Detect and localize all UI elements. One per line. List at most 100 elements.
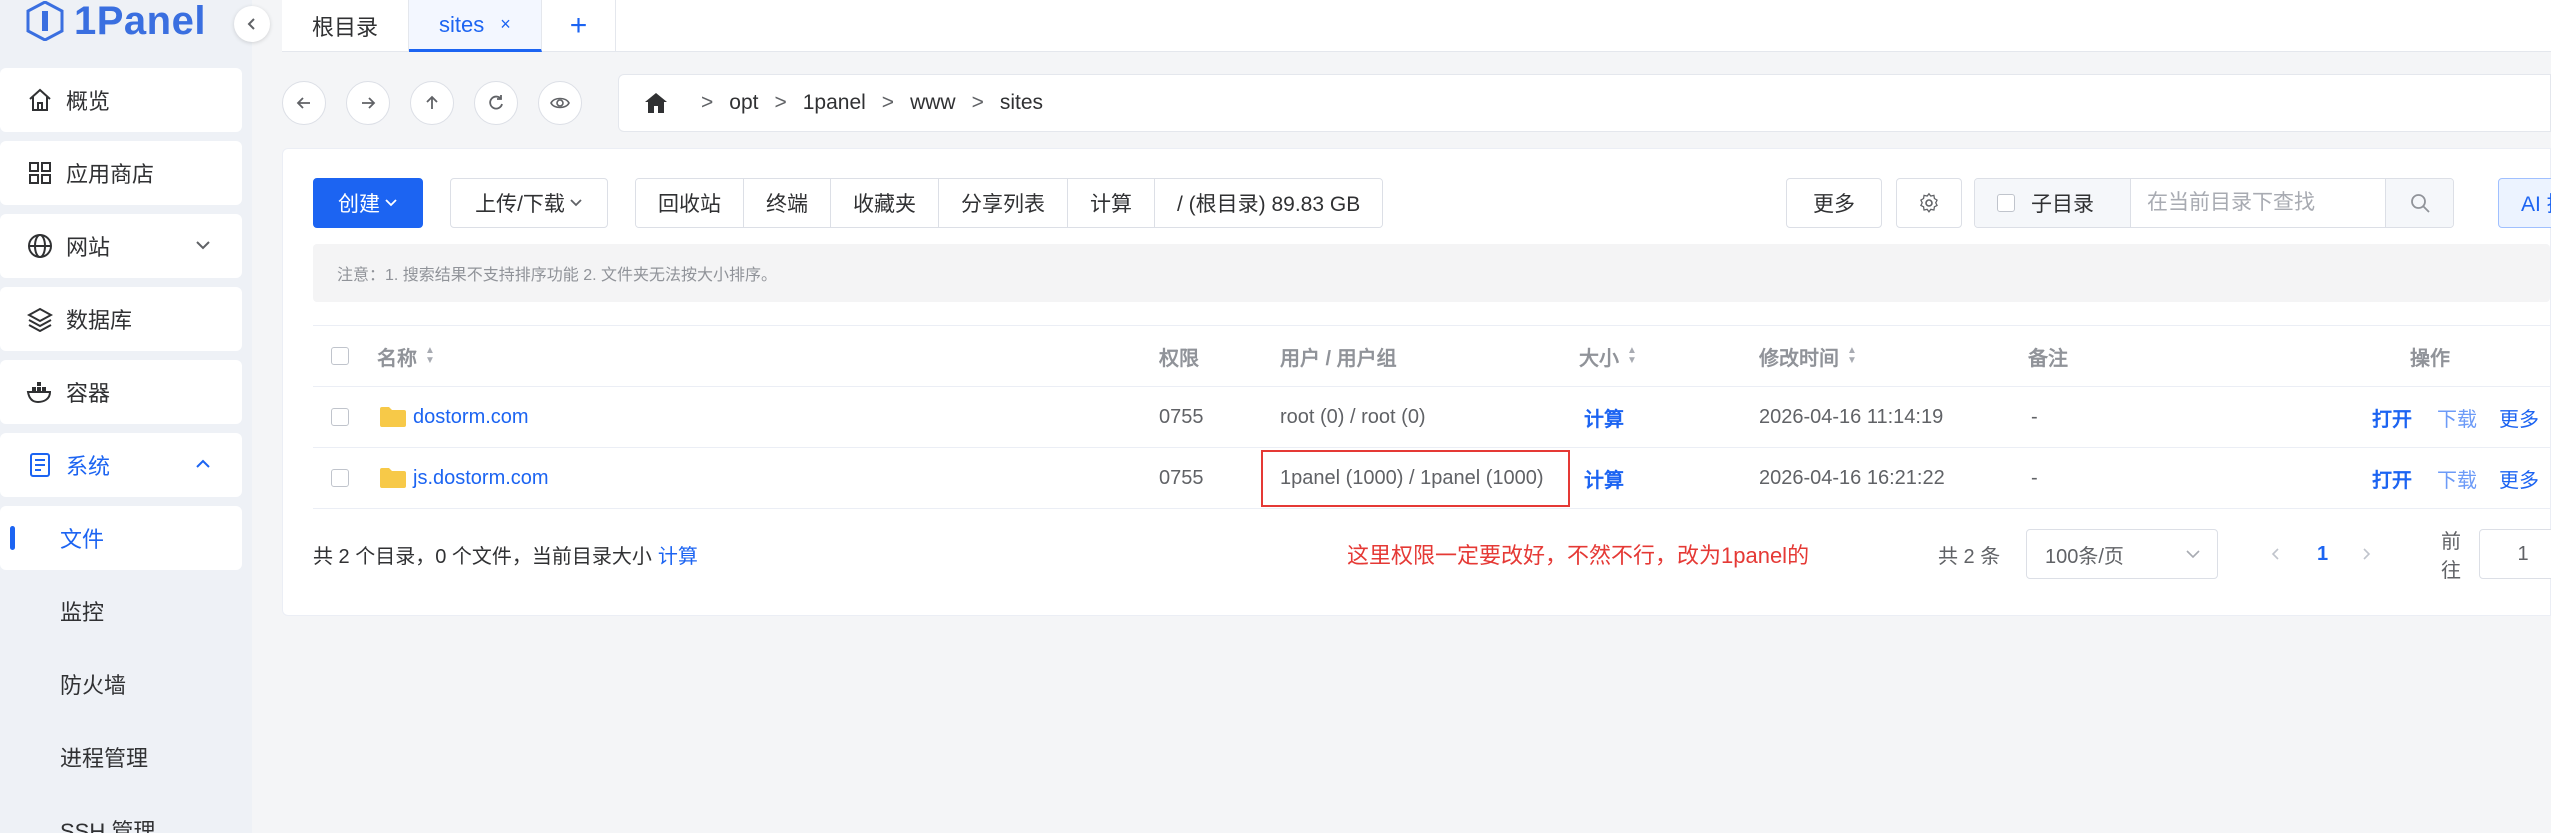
home-icon <box>26 86 54 114</box>
open-link[interactable]: 打开 <box>2372 387 2412 447</box>
subdirectory-checkbox[interactable]: 子目录 <box>1975 179 2131 227</box>
breadcrumb-item[interactable]: opt <box>729 91 758 115</box>
page-number-current[interactable]: 1 <box>2317 529 2328 579</box>
sidebar-item-container[interactable]: 容器 <box>0 360 242 424</box>
sidebar-menu: 概览 应用商店 网站 数据库 容器 系统 文件 监控 防火墙 进程管理 SSH … <box>0 68 242 833</box>
permission-cell[interactable]: 0755 <box>1159 387 1204 447</box>
home-icon[interactable] <box>643 91 669 115</box>
sidebar-subitem-firewall[interactable]: 防火墙 <box>0 652 242 716</box>
arrow-right-icon <box>362 97 376 109</box>
recycle-bin-button[interactable]: 回收站 <box>636 179 744 227</box>
terminal-button[interactable]: 终端 <box>744 179 831 227</box>
more-link[interactable]: 更多 <box>2499 387 2539 447</box>
tab-sites[interactable]: sites × <box>409 0 542 52</box>
add-tab-button[interactable]: + <box>542 0 617 52</box>
create-button[interactable]: 创建 <box>313 178 423 228</box>
sidebar-item-database[interactable]: 数据库 <box>0 287 242 351</box>
remark-cell: - <box>2031 466 2038 489</box>
column-mtime[interactable]: 修改时间 ▲ ▼ <box>1759 326 1857 386</box>
sidebar-collapse-button[interactable] <box>234 6 270 42</box>
sidebar-subitem-files[interactable]: 文件 <box>0 506 242 570</box>
column-name[interactable]: 名称 ▲ ▼ <box>377 326 435 386</box>
page-size-select[interactable]: 100条/页 <box>2026 529 2218 579</box>
sidebar-item-website[interactable]: 网站 <box>0 214 242 278</box>
settings-button[interactable] <box>1896 178 1962 228</box>
breadcrumb-item[interactable]: 1panel <box>803 91 866 115</box>
size-calculate-link[interactable]: 计算 <box>1584 387 1624 447</box>
table-row[interactable]: dostorm.com 0755 root (0) / root (0) 计算 … <box>313 387 2550 448</box>
breadcrumb-item[interactable]: www <box>910 91 956 115</box>
owner-cell[interactable]: root (0) / root (0) <box>1280 387 1426 447</box>
column-label: 备注 <box>2028 347 2068 370</box>
eye-icon <box>550 97 570 109</box>
search-box: 子目录 <box>1974 178 2454 228</box>
sidebar-item-label: 系统 <box>66 454 111 479</box>
column-label: 权限 <box>1159 347 1199 370</box>
sidebar-subitem-process[interactable]: 进程管理 <box>0 725 242 789</box>
refresh-button[interactable] <box>474 81 518 125</box>
remark-cell: - <box>2031 405 2038 428</box>
file-name-link[interactable]: js.dostorm.com <box>413 467 549 490</box>
search-input[interactable] <box>2131 179 2385 227</box>
column-label: 大小 <box>1579 347 1619 370</box>
sidebar-subitem-ssh[interactable]: SSH 管理 <box>0 798 242 833</box>
download-link[interactable]: 下载 <box>2437 387 2477 447</box>
checkbox[interactable] <box>1997 194 2015 212</box>
back-button[interactable] <box>282 81 326 125</box>
upload-download-button[interactable]: 上传/下载 <box>450 178 608 228</box>
close-icon[interactable]: × <box>500 14 511 35</box>
download-link[interactable]: 下载 <box>2437 448 2477 508</box>
tab-root[interactable]: 根目录 <box>282 0 410 52</box>
select-all-checkbox[interactable] <box>331 347 349 365</box>
layers-icon <box>26 305 54 333</box>
sidebar-subitem-monitor[interactable]: 监控 <box>0 579 242 643</box>
chevron-down-icon <box>570 199 582 207</box>
size-calculate-link[interactable]: 计算 <box>1584 448 1624 508</box>
table-footer: 共 2 个目录，0 个文件，当前目录大小 计算 这里权限一定要改好，不然不行，改… <box>313 529 2551 582</box>
search-button[interactable] <box>2385 179 2453 227</box>
prev-page-button[interactable] <box>2269 529 2283 579</box>
column-size[interactable]: 大小 ▲ ▼ <box>1579 326 1637 386</box>
sidebar-subitem-label: 防火墙 <box>60 673 127 698</box>
view-hidden-button[interactable] <box>538 81 582 125</box>
favorites-button[interactable]: 收藏夹 <box>831 179 939 227</box>
row-checkbox[interactable] <box>331 408 349 426</box>
up-button[interactable] <box>410 81 454 125</box>
summary-calculate-link[interactable]: 计算 <box>658 540 698 569</box>
logo-icon <box>26 1 64 41</box>
sidebar-item-system[interactable]: 系统 <box>0 433 242 497</box>
file-name-link[interactable]: dostorm.com <box>413 406 529 429</box>
table-row[interactable]: js.dostorm.com 0755 1panel (1000) / 1pan… <box>313 448 2550 509</box>
sidebar-item-appstore[interactable]: 应用商店 <box>0 141 242 205</box>
column-label: 名称 <box>377 347 417 370</box>
breadcrumb-item[interactable]: sites <box>1000 91 1043 115</box>
next-page-button[interactable] <box>2359 529 2373 579</box>
disk-usage-button[interactable]: / (根目录) 89.83 GB <box>1155 179 1383 227</box>
breadcrumb-separator: > <box>881 91 895 114</box>
share-list-button[interactable]: 分享列表 <box>939 179 1068 227</box>
owner-cell[interactable]: 1panel (1000) / 1panel (1000) <box>1280 448 1544 508</box>
chevron-right-icon <box>2363 548 2371 560</box>
column-label: 用户 / 用户组 <box>1280 347 1397 370</box>
goto-page-input[interactable] <box>2479 529 2551 579</box>
more-label: 更多 <box>1813 193 1855 216</box>
toolbar: 创建 上传/下载 回收站 终端 收藏夹 分享列表 计算 / (根目录) 89.8… <box>313 178 2551 228</box>
app-logo[interactable]: 1Panel <box>26 0 206 43</box>
mtime-cell: 2026-04-16 16:21:22 <box>1759 466 1945 489</box>
more-button[interactable]: 更多 <box>1786 178 1882 228</box>
ai-search-label: AI 搜索 <box>2521 193 2551 216</box>
ai-search-button[interactable]: AI 搜索 <box>2498 178 2551 228</box>
plus-icon: + <box>569 9 588 42</box>
sidebar-item-overview[interactable]: 概览 <box>0 68 242 132</box>
globe-icon <box>26 232 54 260</box>
permission-cell[interactable]: 0755 <box>1159 448 1204 508</box>
calculate-button[interactable]: 计算 <box>1068 179 1155 227</box>
more-link[interactable]: 更多 <box>2499 448 2539 508</box>
forward-button[interactable] <box>346 81 390 125</box>
row-checkbox[interactable] <box>331 469 349 487</box>
open-link[interactable]: 打开 <box>2372 448 2412 508</box>
column-label: 操作 <box>2410 347 2450 370</box>
folder-icon <box>380 407 406 427</box>
file-name-cell[interactable]: js.dostorm.com <box>379 448 549 508</box>
file-name-cell[interactable]: dostorm.com <box>379 387 529 447</box>
